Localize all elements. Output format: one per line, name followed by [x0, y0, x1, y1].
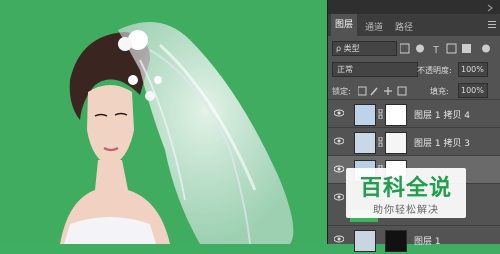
document-canvas[interactable] [0, 0, 328, 244]
layer-name: 图层 1 拷贝 3 [414, 139, 471, 149]
lock-artboard-icon [397, 86, 407, 96]
filter-kind-select[interactable]: ρ 类型 [332, 41, 397, 56]
lock-position-icon [384, 87, 392, 95]
layer-mask-thumbnail [385, 104, 407, 126]
filter-icons: T [400, 43, 490, 55]
smartobject-filter-icon [462, 44, 471, 53]
link-icon [378, 109, 383, 119]
visibility-eye-icon[interactable] [334, 235, 344, 243]
tab-layers[interactable]: 图层 [331, 14, 358, 36]
panel-menu-icon[interactable] [488, 21, 498, 29]
watermark: 百科全说 助你轻松解决 [346, 168, 466, 218]
watermark-title: 百科全说 [359, 176, 452, 201]
blend-row: 正常 不透明度: 100% [328, 59, 500, 79]
lock-label: 锁定: [332, 87, 351, 96]
lock-transparent-icon [358, 86, 367, 96]
lock-icons[interactable] [358, 86, 413, 96]
tab-paths[interactable]: 路径 [395, 20, 413, 33]
opacity-field[interactable]: 100% [458, 62, 488, 77]
layer-row-copy4[interactable]: 图层 1 拷贝 4 [328, 99, 500, 128]
layer-thumbnail [354, 132, 376, 154]
visibility-eye-icon[interactable] [334, 137, 344, 145]
blend-mode-select[interactable]: 正常 [332, 62, 418, 77]
fill-label: 填充: [430, 87, 449, 96]
layer-row-copy3[interactable]: 图层 1 拷贝 3 [328, 127, 500, 156]
filter-row: ρ 类型 T [328, 38, 500, 58]
layer-thumbnail [354, 230, 376, 252]
visibility-eye-icon[interactable] [334, 165, 344, 173]
visibility-eye-icon[interactable] [334, 193, 344, 201]
fill-field[interactable]: 100% [458, 83, 488, 98]
layer-name: 图层 1 [414, 237, 441, 247]
layer-thumbnail [354, 104, 376, 126]
panel-header-strip[interactable] [328, 0, 500, 14]
lock-row: 锁定: 填充: 100% [328, 80, 500, 100]
link-icon [378, 137, 383, 147]
layer-row-base[interactable]: 图层 1 [328, 225, 500, 254]
visibility-eye-icon[interactable] [334, 109, 344, 117]
lock-pixels-icon [370, 87, 378, 96]
panel-tabs: 图层 通道 路径 [328, 14, 500, 36]
bride-photo [60, 22, 294, 244]
opacity-label: 不透明度: [417, 66, 452, 75]
shape-filter-icon [446, 43, 457, 54]
watermark-subtitle: 助你轻松解决 [373, 205, 439, 216]
collapse-icon[interactable] [328, 0, 500, 14]
adjustment-filter-icon [416, 44, 424, 53]
pixel-filter-icon [400, 43, 410, 54]
layer-mask-thumbnail [385, 132, 407, 154]
layer-name: 图层 1 拷贝 4 [414, 111, 471, 121]
tab-channels[interactable]: 通道 [365, 20, 383, 33]
svg-text:T: T [433, 45, 439, 55]
layer-mask-thumbnail [385, 230, 407, 252]
filter-toggle-icon [482, 44, 490, 53]
